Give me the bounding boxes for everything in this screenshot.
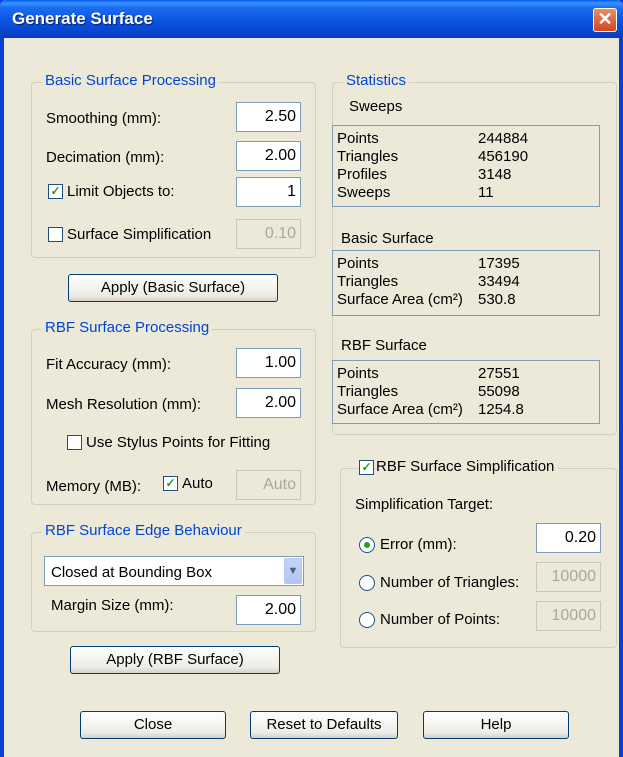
stat-value: 27551 [478,365,520,382]
window-title: Generate Surface [12,9,153,28]
sweeps-stats-box: Points 244884 Triangles 456190 Profiles … [332,125,600,207]
title-bar[interactable]: Generate Surface ✕ [0,0,623,38]
number-of-points-radio[interactable] [359,612,375,628]
mesh-resolution-input[interactable]: 2.00 [236,388,301,418]
error-input[interactable]: 0.20 [536,523,601,553]
basic-surface-legend: Basic Surface Processing [42,72,219,89]
stat-value: 530.8 [478,291,516,308]
rbf-simplification-legend: RBF Surface Simplification [376,458,559,475]
number-of-points-input[interactable]: 10000 [536,601,601,631]
apply-basic-surface-button[interactable]: Apply (Basic Surface) [68,274,278,302]
close-button[interactable]: Close [80,711,226,739]
stat-value: 11 [478,184,494,201]
stat-label: Sweeps [337,184,391,201]
stat-value: 1254.8 [478,401,524,418]
basic-surface-stats-box: Points 17395 Triangles 33494 Surface Are… [332,250,600,316]
stat-value: 244884 [478,130,529,147]
stat-label: Triangles [337,273,399,290]
rbf-surface-stats-box: Points 27551 Triangles 55098 Surface Are… [332,360,600,424]
edge-behaviour-legend: RBF Surface Edge Behaviour [42,522,245,539]
stat-label: Points [337,365,379,382]
stat-label: Profiles [337,166,388,183]
smoothing-input[interactable]: 2.50 [236,102,301,132]
stat-label: Points [337,255,379,272]
memory-auto-label: Auto [182,475,213,492]
reset-to-defaults-button[interactable]: Reset to Defaults [250,711,398,739]
surface-simplification-label: Surface Simplification [67,226,212,243]
stat-value: 456190 [478,148,529,165]
surface-simplification-checkbox[interactable] [48,227,63,242]
rbf-simplification-checkbox[interactable]: ✓ [359,460,374,475]
close-icon: ✕ [597,9,613,29]
limit-objects-input[interactable]: 1 [236,177,301,207]
rbf-processing-legend: RBF Surface Processing [42,319,213,336]
smoothing-label: Smoothing (mm): [46,110,162,127]
stat-label: Surface Area (cm²) [337,291,463,308]
stat-label: Points [337,130,379,147]
rbf-surface-stats-title: RBF Surface [341,337,427,354]
chevron-down-icon[interactable]: ▼ [284,558,302,584]
number-of-triangles-input[interactable]: 10000 [536,562,601,592]
check-icon: ✓ [361,460,372,474]
help-button[interactable]: Help [423,711,569,739]
margin-size-input[interactable]: 2.00 [236,595,301,625]
edge-behaviour-selected: Closed at Bounding Box [51,564,212,581]
dialog-window: Generate Surface ✕ Basic Surface Process… [0,0,623,757]
stat-value: 3148 [478,166,512,183]
sweeps-title: Sweeps [349,98,403,115]
error-radio[interactable] [359,537,375,553]
stat-label: Surface Area (cm²) [337,401,463,418]
basic-surface-stats-title: Basic Surface [341,230,434,247]
memory-label: Memory (MB): [46,478,141,495]
limit-objects-label: Limit Objects to: [67,183,175,200]
mesh-resolution-label: Mesh Resolution (mm): [46,396,202,413]
stat-value: 55098 [478,383,520,400]
simplification-target-label: Simplification Target: [355,496,494,513]
number-of-triangles-radio[interactable] [359,575,375,591]
memory-input[interactable]: Auto [236,470,301,500]
stylus-points-label: Use Stylus Points for Fitting [86,434,271,451]
number-of-points-label: Number of Points: [380,611,501,628]
stat-label: Triangles [337,148,399,165]
edge-behaviour-select[interactable]: Closed at Bounding Box ▼ [44,556,304,586]
stat-label: Triangles [337,383,399,400]
statistics-legend: Statistics [343,72,410,89]
fit-accuracy-label: Fit Accuracy (mm): [46,356,172,373]
decimation-label: Decimation (mm): [46,149,165,166]
stat-value: 17395 [478,255,520,272]
error-label: Error (mm): [380,536,457,553]
decimation-input[interactable]: 2.00 [236,141,301,171]
number-of-triangles-label: Number of Triangles: [380,574,520,591]
check-icon: ✓ [165,476,176,490]
limit-objects-checkbox[interactable]: ✓ [48,184,63,199]
margin-size-label: Margin Size (mm): [51,597,174,614]
apply-rbf-surface-button[interactable]: Apply (RBF Surface) [70,646,280,674]
stat-value: 33494 [478,273,520,290]
fit-accuracy-input[interactable]: 1.00 [236,348,301,378]
memory-auto-checkbox[interactable]: ✓ [163,476,178,491]
check-icon: ✓ [50,184,61,198]
close-window-button[interactable]: ✕ [593,8,617,32]
stylus-points-checkbox[interactable] [67,435,82,450]
radio-selected-dot [364,542,370,548]
surface-simplification-input[interactable]: 0.10 [236,219,301,249]
